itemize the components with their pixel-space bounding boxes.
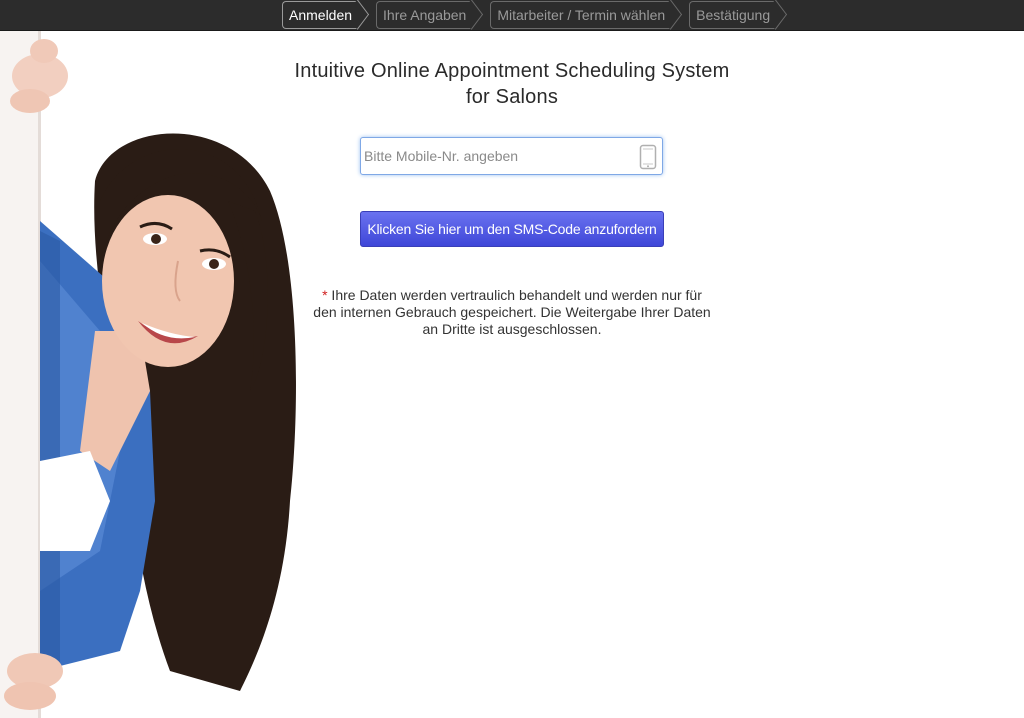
phone-input-wrapper [360,137,663,175]
title-line-1: Intuitive Online Appointment Scheduling … [294,60,730,82]
step-mitarbeiter-termin[interactable]: Mitarbeiter / Termin wählen [490,1,672,29]
step-anmelden[interactable]: Anmelden [282,1,359,29]
hero-photo [0,31,296,718]
privacy-text: Ihre Daten werden vertraulich behandelt … [313,287,711,337]
step-label: Bestätigung [696,7,771,23]
page-title: Intuitive Online Appointment Scheduling … [262,58,762,110]
title-line-2: for Salons [465,86,559,108]
mobile-phone-icon [639,144,657,175]
step-label: Anmelden [289,7,353,23]
step-label: Mitarbeiter / Termin wählen [497,7,666,23]
step-label: Ihre Angaben [383,7,467,23]
top-navigation-bar: Anmelden Ihre Angaben Mitarbeiter / Term… [0,0,1024,31]
step-bestaetigung[interactable]: Bestätigung [689,1,777,29]
mobile-number-input[interactable] [364,141,634,171]
request-sms-code-button[interactable]: Klicken Sie hier um den SMS-Code anzufor… [360,211,664,247]
progress-steps: Anmelden Ihre Angaben Mitarbeiter / Term… [282,1,786,29]
step-ihre-angaben[interactable]: Ihre Angaben [376,1,473,29]
privacy-notice: * Ihre Daten werden vertraulich behandel… [312,287,712,338]
